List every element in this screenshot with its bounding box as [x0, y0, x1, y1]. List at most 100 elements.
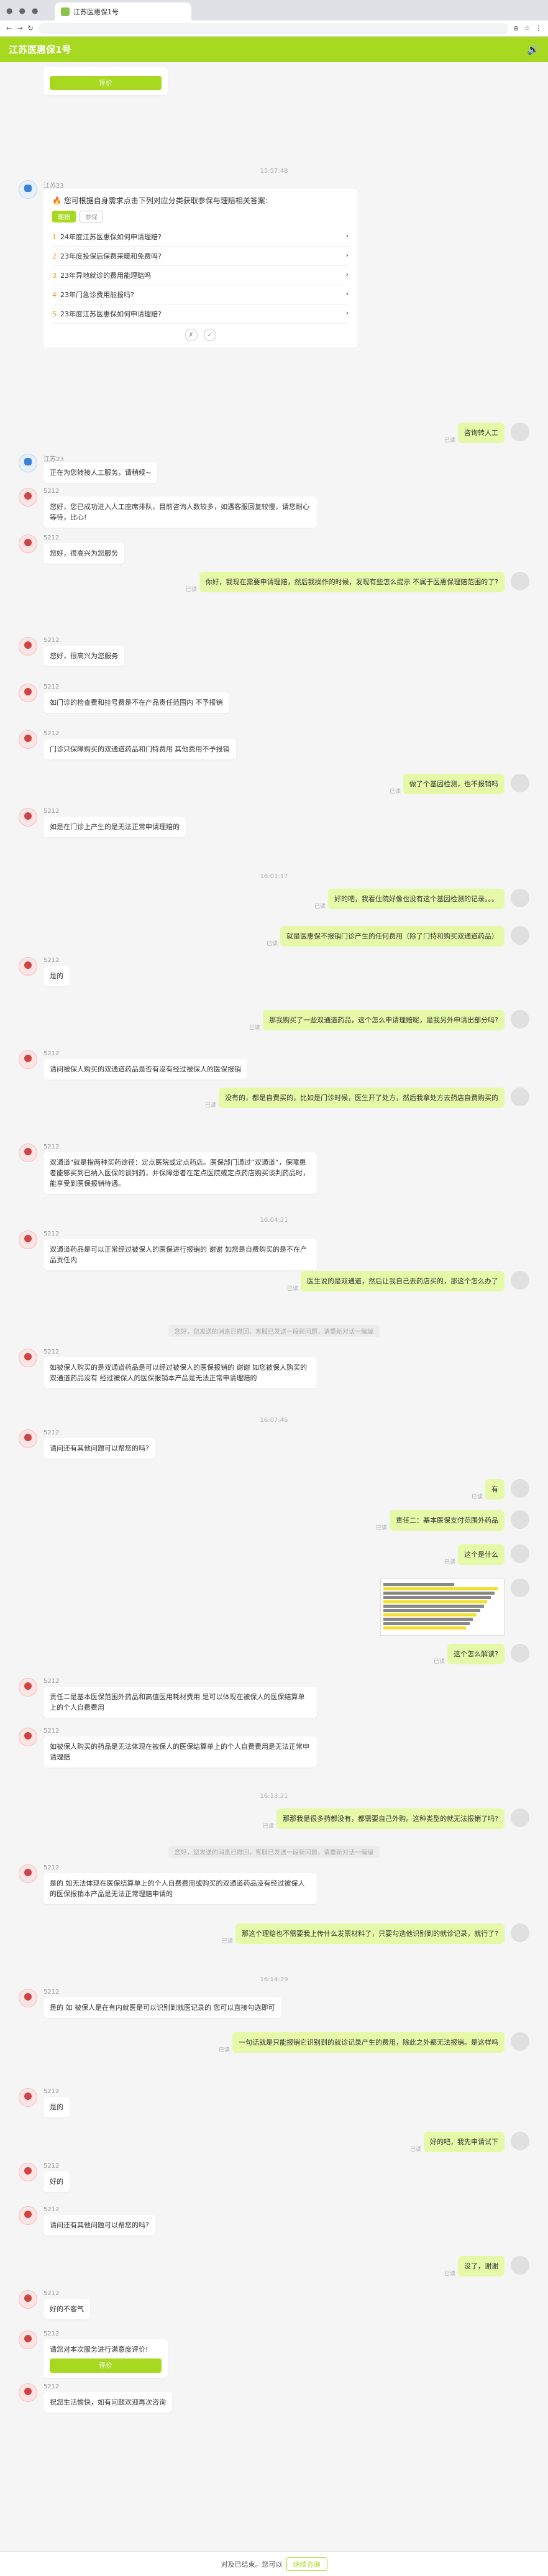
faq-item[interactable]: 1 24年度江苏医惠保如何申请理赔? › — [52, 227, 349, 247]
max-dot-icon[interactable]: ● — [32, 6, 38, 15]
message-text: 双通道"就是指两种买药途径：定点医院或定点药店。医保部门通过“双通道”，保障患者… — [50, 1158, 309, 1188]
timestamp: 16:13:21 — [260, 1793, 288, 1800]
user-bubble: 没了，谢谢 — [458, 2256, 505, 2277]
bot-avatar — [19, 180, 37, 199]
sender-name: 5212 — [43, 2331, 60, 2337]
user-avatar — [511, 1544, 529, 1563]
chevron-right-icon: › — [345, 309, 349, 317]
agent-avatar — [19, 1050, 37, 1069]
agent-avatar — [19, 2163, 37, 2181]
sender-name: 5212 — [43, 2163, 60, 2170]
reload-icon[interactable]: ↻ — [27, 24, 33, 32]
faq-item[interactable]: 2 23年度投保后保费采暖和免费吗? › — [52, 247, 349, 266]
address-bar-row: ← → ↻ ⊕ ☆ ⋮ — [0, 21, 548, 37]
agent-bubble: 祝您生活愉快，如有问题欢迎再次咨询 — [43, 2392, 172, 2413]
user-avatar — [511, 2032, 529, 2051]
recall-notice: 您好，您发送的消息已撤回，客服已发送一段新问题，请重新对话一编编 — [168, 1846, 380, 1858]
message-text: 责任二是基本医保范围外药品和高值医用耗材费用 是可以体现在被保人的医保结算单上的… — [50, 1693, 305, 1712]
user-avatar — [511, 774, 529, 792]
faq-item[interactable]: 4 23年门急诊费用能报吗? › — [52, 285, 349, 305]
agent-avatar — [19, 1989, 37, 2007]
browser-tabbar: ● ● ● 江苏医惠保1号 — [0, 0, 548, 21]
chevron-right-icon: › — [345, 270, 349, 278]
user-bubble: 这个怎么解读? — [447, 1644, 505, 1665]
thumb-up-icon[interactable]: ✓ — [203, 329, 216, 341]
message-text: 祝您生活愉快，如有问题欢迎再次咨询 — [50, 2398, 166, 2406]
agent-bubble: 请问还有其他问题可以帮您的吗? — [43, 1438, 155, 1459]
agent-bubble: 门诊只保障购买的双通道药品和门特费用 其他费用不予报销 — [43, 739, 236, 760]
user-avatar — [511, 2132, 529, 2150]
star-icon[interactable]: ☆ — [524, 24, 530, 32]
tab-claim[interactable]: 理赔 — [52, 211, 76, 222]
agent-bubble: 您好，您已成功进入人工座席排队，目前咨询人数较多，如遇客服回复较慢，请您耐心等待… — [43, 497, 317, 528]
thumb-down-icon[interactable]: ✗ — [185, 329, 198, 341]
user-bubble: 你好，我现在需要申请理赔，然后我操作的时候，发现有些怎么提示 不属于医惠保理赔范… — [199, 572, 505, 593]
close-dot-icon[interactable]: ● — [6, 6, 12, 15]
window-controls: ● ● ● — [6, 6, 38, 15]
chat-area[interactable]: 评价 江苏23 🔥 您可根据自身需求点击下列对应分类获取参保与理赔相关答案: 理… — [0, 62, 548, 2551]
sender-name: 5212 — [43, 1349, 60, 1355]
address-input[interactable] — [38, 22, 508, 34]
sender-name: 5212 — [43, 1989, 60, 1996]
favicon-icon — [61, 7, 70, 16]
user-bubble: 就是医惠保不报销门诊产生的任何费用（除了门特和购买双通道药品） — [280, 926, 505, 947]
faq-item-number: 3 — [52, 272, 57, 280]
rate-button[interactable]: 评价 — [50, 2358, 162, 2373]
agent-avatar — [19, 1144, 37, 1162]
user-avatar — [511, 1644, 529, 1662]
tab-enroll[interactable]: 参保 — [80, 211, 103, 222]
sender-name: 5212 — [43, 1050, 60, 1057]
agent-bubble: 好的不客气 — [43, 2299, 90, 2320]
faq-item-number: 4 — [52, 291, 57, 299]
agent-avatar — [19, 1349, 37, 1367]
agent-avatar — [19, 684, 37, 702]
continue-consult-button[interactable]: 继续咨询 — [286, 2557, 327, 2571]
bot-name: 江苏23 — [43, 183, 64, 190]
message-text: 是的 如无法体现在医保结算单上的个人自费费用或购买的双通道药品没有经过被保人的医… — [50, 1879, 305, 1899]
agent-bubble: 是的 — [43, 966, 70, 987]
agent-bubble: 如被保人购买的药品是无法体现在被保人的医保结算单上的个人自费费用是无法正常申请理… — [43, 1736, 317, 1768]
speaker-icon[interactable]: 🔊 — [527, 44, 539, 55]
message-text: 正在为您转接人工服务，请稍候~ — [50, 469, 152, 477]
user-bubble: 咨询转人工 — [458, 423, 505, 444]
menu-icon[interactable]: ⋮ — [535, 24, 542, 32]
faq-item[interactable]: 3 23年异地就诊的费用能理赔吗 › — [52, 266, 349, 285]
user-avatar — [511, 889, 529, 907]
faq-item-label: 5 23年度江苏医惠保如何申请理赔? — [52, 310, 162, 318]
faq-item-number: 2 — [52, 252, 57, 260]
agent-avatar — [19, 1678, 37, 1697]
agent-avatar — [19, 1231, 37, 1249]
globe-icon[interactable]: ⊕ — [513, 24, 519, 32]
agent-bubble: 是的 如 被保人是在有内就医是可以识别到就医记录的 您可以直接勾选即可 — [43, 1997, 281, 2019]
back-icon[interactable]: ← — [6, 24, 12, 32]
rate-bubble: 评价 — [43, 67, 168, 96]
user-avatar — [511, 1808, 529, 1827]
message-text: 请问被保人购买的双通道药品是否有没有经过被保人的医保报销 — [50, 1065, 241, 1073]
agent-bubble: 如是在门诊上产生的是无法正常申请理赔的 — [43, 817, 186, 838]
forward-icon[interactable]: → — [17, 24, 22, 32]
user-avatar — [511, 2256, 529, 2275]
message-text: 您好，很高兴为您服务 — [50, 549, 118, 557]
agent-avatar — [19, 637, 37, 656]
screenshot-image[interactable] — [380, 1579, 505, 1636]
agent-bubble: 是的 — [43, 2097, 70, 2118]
message-text: 好的 — [50, 2178, 63, 2186]
min-dot-icon[interactable]: ● — [19, 6, 25, 15]
agent-avatar — [19, 2331, 37, 2349]
chevron-right-icon: › — [345, 232, 349, 240]
message-text: 您好，您已成功进入人工座席排队，目前咨询人数较多，如遇客服回复较慢，请您耐心等待… — [50, 503, 309, 522]
message-text: 是的 如 被保人是在有内就医是可以识别到就医记录的 您可以直接勾选即可 — [50, 2004, 275, 2012]
sender-name: 5212 — [43, 1728, 60, 1735]
faq-item[interactable]: 5 23年度江苏医惠保如何申请理赔? › — [52, 305, 349, 324]
message-text: 如门诊的检查费和挂号费是不在产品责任范围内 不予报销 — [50, 699, 223, 707]
rate-button[interactable]: 评价 — [50, 76, 162, 91]
browser-tab[interactable]: 江苏医惠保1号 — [55, 2, 191, 21]
agent-avatar — [19, 2088, 37, 2107]
agent-bubble: 如门诊的检查费和挂号费是不在产品责任范围内 不予报销 — [43, 692, 229, 713]
bot-avatar — [19, 454, 37, 472]
user-bubble: 医生说的是双通道，然后让我自己去药店买的，那这个怎么办了 — [301, 1271, 505, 1292]
faq-item-label: 2 23年度投保后保费采暖和免费吗? — [52, 252, 162, 260]
user-bubble: 责任二：基本医保支付范围外药品 — [390, 1510, 505, 1531]
user-bubble: 做了个基因检测，也不报销吗 — [403, 774, 505, 795]
sender-name: 5212 — [43, 534, 60, 541]
